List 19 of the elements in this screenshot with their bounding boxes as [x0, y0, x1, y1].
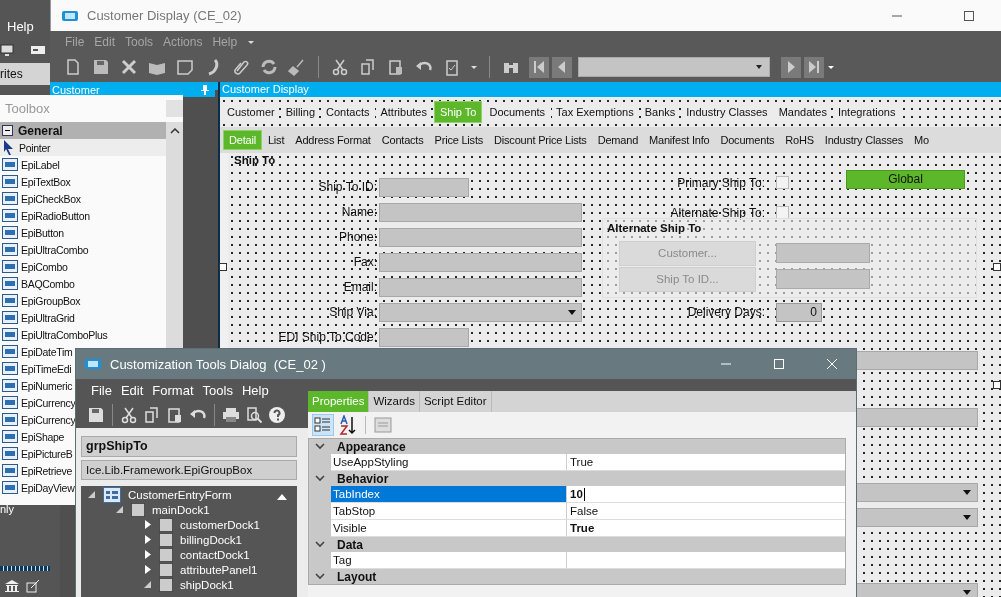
window-title: Customer Display (CE_02) — [87, 8, 242, 23]
field-label: Fax: — [352, 254, 377, 271]
panel-label: nly — [0, 503, 15, 515]
checkbox-label: Alternate Ship To: — [669, 205, 765, 222]
field-label: Ship Via: — [328, 304, 377, 321]
window-title: Customization Tools Dialog (CE_02 ) — [110, 356, 326, 372]
field-label: Name: — [340, 204, 377, 221]
field-label: Ship To ID: — [317, 179, 377, 196]
field-label: Phone: — [337, 229, 377, 246]
group-title: Alternate Ship To — [607, 222, 702, 234]
field-label: EDI Ship To Code: — [277, 329, 377, 346]
group-title: Ship To — [234, 154, 276, 166]
checkbox-label: Primary Ship To: — [676, 175, 765, 192]
form-title: Customer Display — [222, 83, 309, 95]
field-label: Email: — [342, 279, 377, 296]
field-label: Delivery Days: — [686, 304, 765, 321]
panel-title: Toolbox — [5, 101, 50, 116]
panel-title: Customer — [52, 83, 100, 96]
control-type-field: Ice.Lib.Framework.EpiGroupBox — [81, 460, 297, 480]
